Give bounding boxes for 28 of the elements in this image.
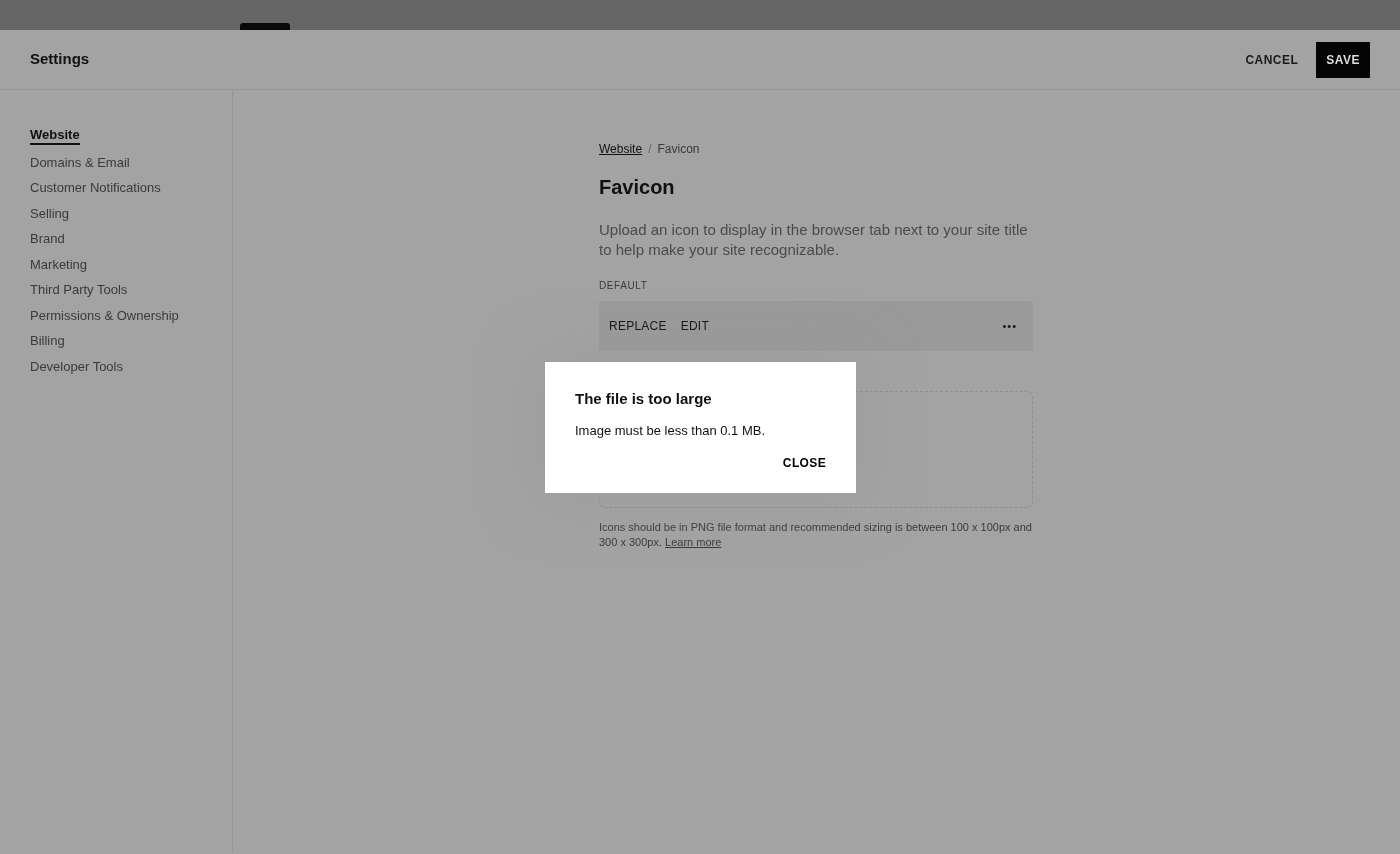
save-button[interactable]: SAVE [1316,41,1370,78]
sidebar-item[interactable]: Marketing [30,255,88,273]
action-button[interactable]: EDIT [680,317,709,335]
breadcrumb-link[interactable]: Website [599,140,643,158]
sidebar-item[interactable]: Website [30,126,80,145]
learn-more-link[interactable]: Learn more [665,536,722,548]
sidebar-item[interactable]: Domains & Email [30,153,130,171]
sidebar-item[interactable]: Developer Tools [30,357,123,375]
sidebar-item[interactable]: Permissions & Ownership [30,306,179,324]
sidebar-item[interactable]: Selling [30,204,70,222]
sidebar-item[interactable]: Brand [30,230,65,247]
dialog-message: Image must be less than 0.1 MB. [575,421,767,440]
hint-text: Icons should be in PNG file format and recommended sizing is between 100 x 100px and 300 x 300px. Learn more [599,520,1033,550]
action-button[interactable]: REPLACE [609,317,667,335]
page-description: Upload an icon to display in the browser tab next to your site title to help make your site recognizable. [599,220,1029,260]
breadcrumb-current: Favicon [657,141,700,158]
section-label: DEFAULT [599,279,649,293]
dialog-title: The file is too large [575,389,713,409]
more-button[interactable]: ••• [996,317,1023,335]
page-title: Favicon [599,175,676,200]
header-block [240,23,290,30]
sidebar-item[interactable]: Billing [30,332,65,349]
sidebar-item[interactable]: Third Party Tools [30,281,128,298]
breadcrumb-separator: / [648,141,652,158]
cancel-button[interactable]: CANCEL [1235,42,1309,77]
close-button[interactable]: CLOSE [782,454,826,472]
settings-title: Settings [30,49,90,70]
sidebar-item[interactable]: Customer Notifications [30,179,161,196]
